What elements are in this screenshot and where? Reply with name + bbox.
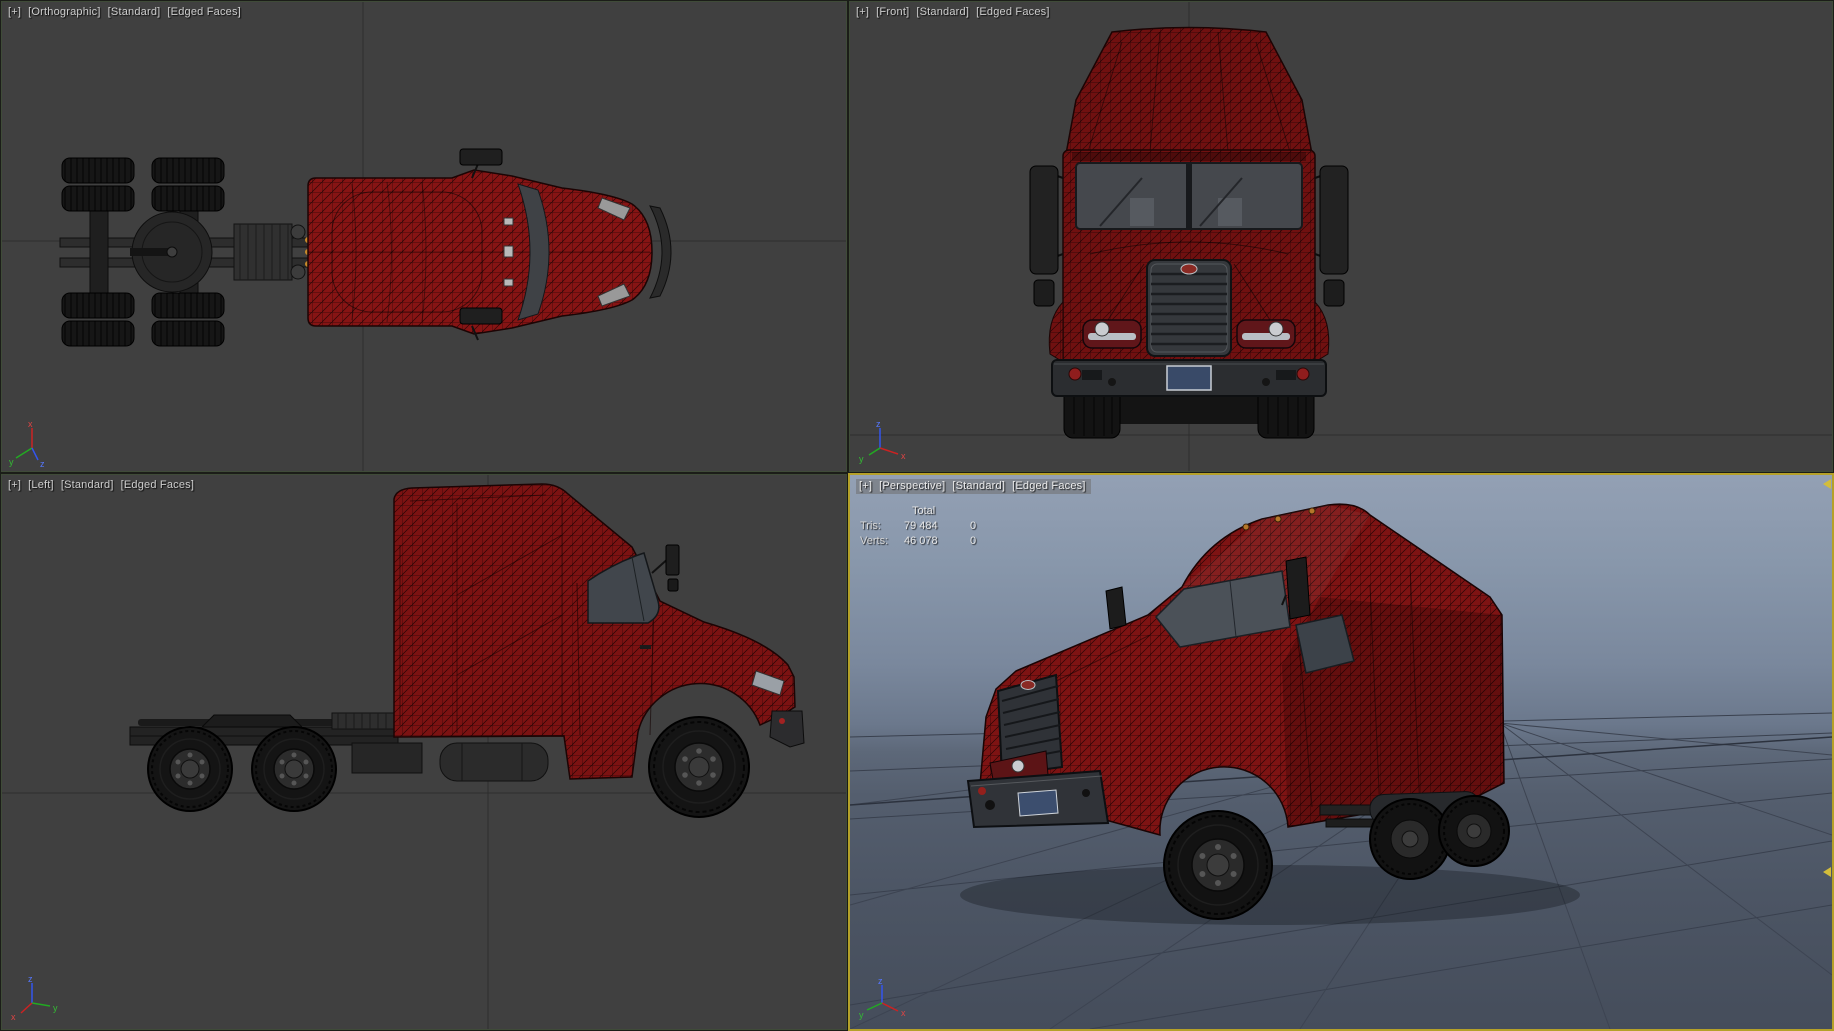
axis-tripod-icon: z x y [859,419,906,464]
rear-wheel [147,726,233,812]
axis-tripod-icon: z y x [11,974,58,1022]
front-scene[interactable]: z x y [850,2,1832,471]
svg-text:x: x [901,1008,906,1018]
viewport-menu-plus[interactable]: [+] [859,480,872,492]
viewport-menu-plus[interactable]: [+] [8,479,21,491]
viewport-menu-plus[interactable]: [+] [856,6,869,18]
viewport-menu-plus[interactable]: [+] [8,6,21,18]
viewport-label-left: [+] [Left] [Standard] [Edged Faces] [8,479,194,491]
svg-text:z: z [40,459,45,469]
truck-model-perspective[interactable] [960,503,1580,925]
svg-text:x: x [11,1012,16,1022]
stats-verts-value: 46 078 [904,535,938,547]
truck-model-top[interactable] [59,148,672,347]
front-wheel [648,716,750,818]
svg-text:z: z [876,419,881,429]
svg-text:y: y [53,1003,58,1013]
active-viewport-marker-icon [1823,479,1831,489]
rear-wheel [1438,795,1510,867]
svg-text:x: x [28,419,33,429]
svg-text:z: z [878,976,883,986]
viewport-left[interactable]: [+] [Left] [Standard] [Edged Faces] z y … [2,475,846,1029]
perspective-scene[interactable]: z x y [850,475,1832,1029]
viewport-menu-shading[interactable]: [Standard] [61,479,114,491]
stats-verts-extra: 0 [970,535,977,547]
stats-tris-extra: 0 [970,520,977,532]
truck-model-left[interactable] [129,483,805,818]
viewport-menu-mode[interactable]: [Edged Faces] [167,6,241,18]
viewport-label-perspective: [+] [Perspective] [Standard] [Edged Face… [856,479,1091,494]
viewport-menu-view[interactable]: [Perspective] [879,480,945,492]
front-wheel [1163,810,1273,920]
stats-total-label: Total [912,505,936,517]
svg-text:z: z [28,974,33,984]
viewport-menu-mode[interactable]: [Edged Faces] [976,6,1050,18]
viewport-menu-view[interactable]: [Orthographic] [28,6,101,18]
active-viewport-marker-icon [1823,867,1831,877]
viewport-grid: [+] [Orthographic] [Standard] [Edged Fac… [0,0,1834,1031]
svg-text:y: y [859,1010,864,1020]
stats-verts-label: Verts: [860,535,889,547]
viewport-menu-shading[interactable]: [Standard] [108,6,161,18]
svg-text:x: x [901,451,906,461]
viewport-label-orthographic: [+] [Orthographic] [Standard] [Edged Fac… [8,6,241,18]
svg-text:y: y [859,454,864,464]
viewport-menu-shading[interactable]: [Standard] [952,480,1005,492]
viewport-front[interactable]: [+] [Front] [Standard] [Edged Faces] z x… [850,2,1832,471]
left-scene[interactable]: z y x [2,475,846,1029]
viewport-menu-mode[interactable]: [Edged Faces] [121,479,195,491]
viewport-menu-view[interactable]: [Front] [876,6,909,18]
stats-tris-value: 79 484 [904,520,938,532]
viewport-menu-view[interactable]: [Left] [28,479,54,491]
statistics-overlay: Total Tris: 79 484 0 Verts: 46 078 0 [860,505,996,547]
svg-text:y: y [9,457,14,467]
stats-tris-label: Tris: [860,520,881,532]
truck-model-front[interactable] [1029,26,1349,439]
viewport-orthographic[interactable]: [+] [Orthographic] [Standard] [Edged Fac… [2,2,846,471]
viewport-menu-mode[interactable]: [Edged Faces] [1012,480,1086,492]
viewport-menu-shading[interactable]: [Standard] [916,6,969,18]
rear-wheel [251,726,337,812]
axis-tripod-icon: x y z [9,419,45,469]
viewport-perspective[interactable]: [+] [Perspective] [Standard] [Edged Face… [850,475,1832,1029]
rear-wheel [1369,798,1451,880]
viewport-label-front: [+] [Front] [Standard] [Edged Faces] [856,6,1050,18]
orthographic-scene[interactable]: x y z [2,2,846,471]
